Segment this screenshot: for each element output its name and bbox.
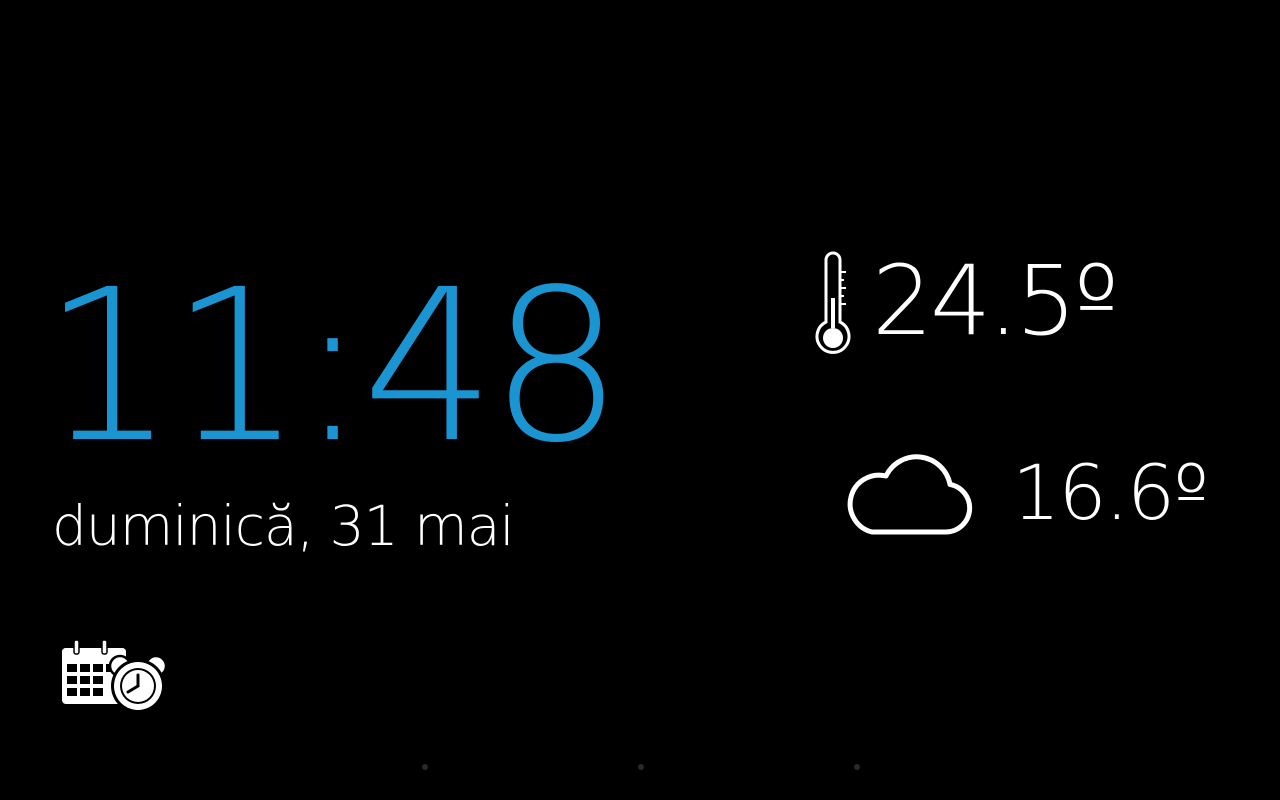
outdoor-temperature: 16.6º [1012, 448, 1209, 537]
thermometer-icon [812, 250, 854, 362]
page-dot-3[interactable] [854, 764, 860, 770]
cloud-icon [842, 446, 976, 542]
page-indicator [0, 764, 1280, 774]
calendar-alarm-icon[interactable] [58, 636, 170, 718]
screensaver-screen: 11:48 duminică, 31 mai 24.5º 16.6º [0, 0, 1280, 800]
clock-time: 11:48 [42, 244, 623, 489]
page-dot-2[interactable] [638, 764, 644, 770]
date-label: duminică, 31 mai [52, 494, 515, 558]
page-dot-1[interactable] [422, 764, 428, 770]
indoor-temperature: 24.5º [872, 245, 1119, 357]
